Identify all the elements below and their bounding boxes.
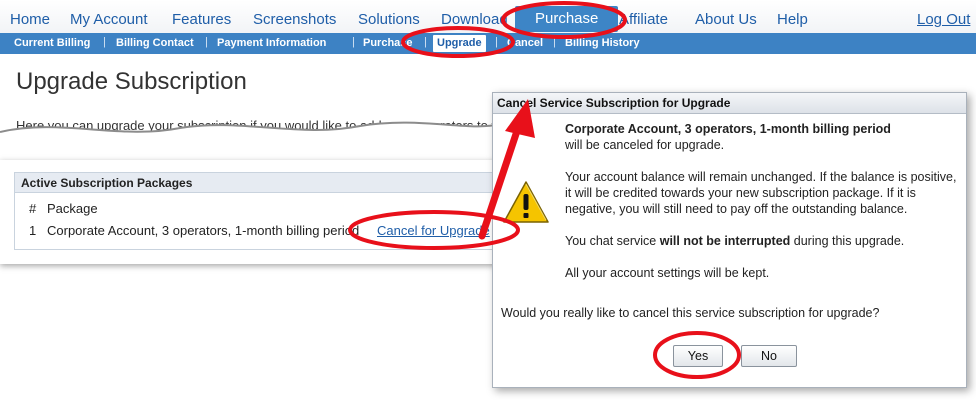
nav-about-us[interactable]: About Us [695,11,757,28]
dialog-plan-text: Corporate Account, 3 operators, 1-month … [565,121,959,137]
packages-panel-title: Active Subscription Packages [15,173,499,193]
table-row: 1 Corporate Account, 3 operators, 1-month… [29,223,359,238]
col-package-header: Package [47,201,98,216]
subnav-purchase[interactable]: Purchase [363,37,413,49]
subnav-billing-history[interactable]: Billing History [565,37,640,49]
nav-features[interactable]: Features [172,11,231,28]
subnav-separator: | [103,36,106,48]
logout-link[interactable]: Log Out [917,11,970,28]
intro-text: Here you can upgrade your subscription i… [16,118,494,133]
col-num-header: # [29,201,37,216]
subnav-separator: | [352,36,355,48]
nav-affiliate[interactable]: Affiliate [619,11,668,28]
nav-my-account[interactable]: My Account [70,11,148,28]
cancel-subscription-dialog: Cancel Service Subscription for Upgrade … [492,92,967,388]
nav-solutions[interactable]: Solutions [358,11,420,28]
dialog-balance-text: Your account balance will remain unchang… [565,170,957,216]
warning-icon [503,181,549,223]
packages-header-row: # Package [29,201,98,216]
subscription-packages-panel: Active Subscription Packages # Package 1C… [14,172,500,250]
nav-help[interactable]: Help [777,11,808,28]
no-button[interactable]: No [741,345,797,367]
row-package-name: Corporate Account, 3 operators, 1-month … [47,223,360,238]
subnav-current-billing[interactable]: Current Billing [14,37,90,49]
yes-button[interactable]: Yes [673,345,723,367]
subnav-upgrade[interactable]: Upgrade [433,35,486,52]
dialog-title: Cancel Service Subscription for Upgrade [493,93,966,114]
top-nav: Home My Account Features Screenshots Sol… [0,0,976,36]
dialog-chat-text: You chat service will not be interrupted… [565,233,959,249]
nav-download[interactable]: Download [441,11,508,28]
cancel-for-upgrade-link[interactable]: Cancel for Upgrade [377,223,490,238]
intro-text-2: Your account has the following subscript… [16,132,494,147]
subnav-separator: | [495,36,498,48]
nav-purchase[interactable]: Purchase [515,6,619,32]
row-number: 1 [29,223,37,238]
dialog-chat-pre: You chat service [565,234,660,248]
subnav-billing-contact[interactable]: Billing Contact [116,37,194,49]
subnav-separator: | [205,36,208,48]
subnav-separator: | [424,36,427,48]
dialog-canceled-note: will be canceled for upgrade. [565,138,725,152]
subnav-payment-information[interactable]: Payment Information [217,37,326,49]
sub-nav: Current Billing | Billing Contact | Paym… [0,33,976,54]
subnav-separator: | [553,36,556,48]
nav-home[interactable]: Home [10,11,50,28]
subnav-cancel[interactable]: Cancel [507,37,543,49]
dialog-question: Would you really like to cancel this ser… [501,306,880,320]
nav-screenshots[interactable]: Screenshots [253,11,336,28]
dialog-chat-post: during this upgrade. [790,234,905,248]
dialog-chat-bold: will not be interrupted [659,234,791,248]
dialog-settings-text: All your account settings will be kept. [565,266,770,280]
dialog-plan-name: Corporate Account, 3 operators, 1-month … [565,122,891,136]
page-title: Upgrade Subscription [16,68,247,95]
